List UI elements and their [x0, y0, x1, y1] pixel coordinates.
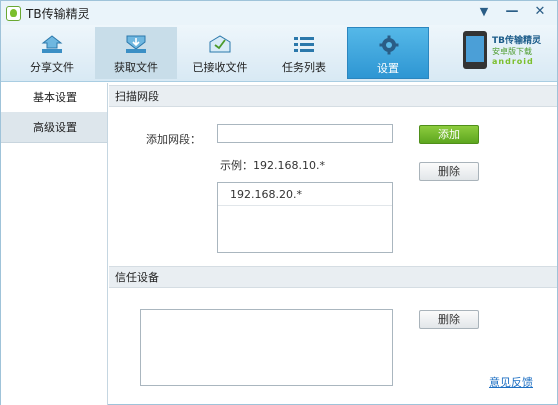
toolbar-share-file-label: 分享文件	[30, 61, 74, 74]
brand-download-text: 安卓版下载	[492, 47, 532, 56]
app-window: TB传输精灵 ▼ — ✕ 分享文件 获取文件 已接收文件 任务列表 设置 TB传…	[0, 0, 558, 405]
brand-android-text: android	[492, 57, 534, 66]
app-logo-icon	[6, 6, 21, 21]
toolbar-received-files[interactable]: 已接收文件	[179, 27, 261, 79]
task-list-icon	[294, 37, 314, 52]
toolbar-get-file[interactable]: 获取文件	[95, 27, 177, 79]
toolbar-settings[interactable]: 设置	[347, 27, 429, 79]
trusted-devices-header: 信任设备	[109, 266, 557, 288]
gear-icon	[379, 35, 399, 55]
toolbar-task-list[interactable]: 任务列表	[263, 27, 345, 79]
sidebar-item-basic-settings[interactable]: 基本设置	[1, 83, 107, 113]
sidebar-item-advanced-settings[interactable]: 高级设置	[1, 113, 107, 143]
add-segment-button[interactable]: 添加	[419, 125, 479, 144]
feedback-link[interactable]: 意见反馈	[489, 374, 533, 390]
phone-icon	[463, 31, 487, 69]
download-file-icon	[126, 35, 146, 53]
add-segment-label: 添加网段：	[146, 133, 201, 146]
android-download-banner[interactable]: TB传输精灵 安卓版下载 android	[463, 29, 551, 79]
toolbar-settings-label: 设置	[377, 62, 399, 75]
share-file-icon	[41, 35, 63, 53]
main-toolbar: 分享文件 获取文件 已接收文件 任务列表 设置 TB传输精灵 安卓版下载 and…	[1, 25, 557, 82]
delete-segment-button[interactable]: 删除	[419, 162, 479, 181]
menu-dropdown-icon[interactable]: ▼	[473, 3, 495, 21]
toolbar-received-files-label: 已接收文件	[192, 61, 248, 74]
brand-title: TB传输精灵	[492, 36, 541, 46]
segment-list[interactable]: 192.168.20.*	[217, 182, 393, 253]
window-title: TB传输精灵	[26, 7, 90, 21]
toolbar-task-list-label: 任务列表	[282, 61, 326, 74]
settings-sidebar: 基本设置 高级设置	[1, 83, 108, 405]
list-item[interactable]: 192.168.20.*	[218, 183, 392, 206]
received-files-icon	[209, 35, 231, 53]
toolbar-share-file[interactable]: 分享文件	[11, 27, 93, 79]
title-bar: TB传输精灵 ▼ — ✕	[1, 1, 557, 25]
scan-segment-header: 扫描网段	[109, 85, 557, 107]
trusted-device-list[interactable]	[140, 309, 393, 386]
minimize-button[interactable]: —	[501, 3, 523, 21]
segment-example-text: 示例：192.168.10.*	[220, 159, 325, 172]
close-button[interactable]: ✕	[529, 3, 551, 21]
toolbar-get-file-label: 获取文件	[114, 61, 158, 74]
delete-trusted-device-button[interactable]: 删除	[419, 310, 479, 329]
segment-input[interactable]	[217, 124, 393, 143]
